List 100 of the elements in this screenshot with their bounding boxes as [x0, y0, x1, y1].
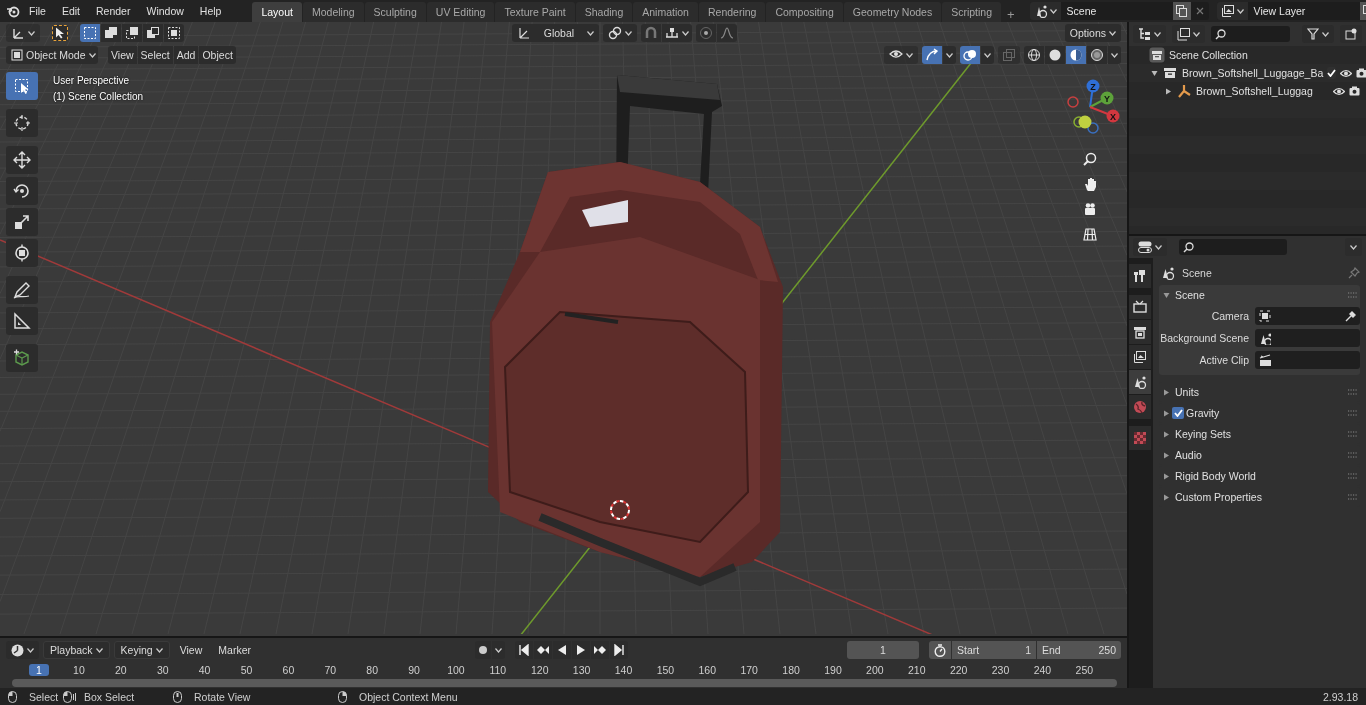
- auto-keying-button[interactable]: [475, 641, 492, 659]
- expand-triangle-icon[interactable]: [1163, 409, 1170, 417]
- menu-item[interactable]: Window: [139, 2, 191, 20]
- expand-triangle-icon[interactable]: [1165, 87, 1172, 95]
- panel-header[interactable]: Gravity: [1186, 407, 1346, 419]
- tool-button[interactable]: [6, 72, 38, 100]
- tool-button[interactable]: [6, 239, 38, 267]
- workspace-tab[interactable]: UV Editing: [426, 2, 495, 22]
- properties-tab[interactable]: [1129, 320, 1151, 344]
- drag-handle-icon[interactable]: [1348, 494, 1358, 500]
- playback-button[interactable]: [515, 641, 534, 659]
- gizmo-axis[interactable]: Y: [1089, 91, 1114, 108]
- tool-button[interactable]: [6, 344, 38, 372]
- mode-dropdown[interactable]: Object Mode: [6, 46, 98, 64]
- menu-item[interactable]: Select: [137, 46, 173, 64]
- proportional-edit-toggle[interactable]: [695, 24, 716, 42]
- current-frame-field[interactable]: 1: [847, 641, 919, 659]
- shading-mode-button[interactable]: [1024, 46, 1044, 64]
- gizmo-axis[interactable]: X: [1089, 106, 1120, 123]
- camera-field[interactable]: [1255, 307, 1360, 325]
- scrollbar[interactable]: [12, 679, 1117, 687]
- workspace-tab[interactable]: Rendering: [698, 2, 766, 22]
- visibility-dropdown[interactable]: [884, 46, 918, 64]
- selection-mode-button[interactable]: [122, 24, 142, 42]
- render-camera-icon[interactable]: [1349, 86, 1360, 96]
- tree-item-label[interactable]: Brown_Softshell_Luggag: [1196, 85, 1329, 97]
- shading-dropdown[interactable]: [1108, 46, 1121, 64]
- panel-header[interactable]: Audio: [1175, 449, 1343, 461]
- render-camera-icon[interactable]: [1356, 68, 1366, 78]
- workspace-tab[interactable]: Texture Paint: [495, 2, 575, 22]
- workspace-tab[interactable]: Shading: [575, 2, 633, 22]
- menu-item[interactable]: Edit: [54, 2, 87, 20]
- tool-button[interactable]: [6, 146, 38, 174]
- scene-field[interactable]: [1255, 329, 1360, 347]
- select-tool-button[interactable]: [52, 25, 68, 41]
- panel-header[interactable]: Rigid Body World: [1175, 470, 1343, 482]
- drag-handle-icon[interactable]: [1348, 389, 1358, 395]
- menu-item[interactable]: View: [173, 641, 209, 659]
- playback-button[interactable]: [572, 641, 591, 659]
- gizmo-axis[interactable]: Z: [1086, 79, 1100, 108]
- clip-field[interactable]: [1255, 351, 1360, 369]
- workspace-tab[interactable]: Geometry Nodes: [843, 2, 942, 22]
- menu-item[interactable]: File: [22, 2, 53, 20]
- editor-type-button[interactable]: [6, 641, 39, 659]
- playback-button[interactable]: [553, 641, 572, 659]
- properties-tab[interactable]: [1129, 370, 1151, 394]
- shading-mode-button[interactable]: [1045, 46, 1065, 64]
- workspace-tab[interactable]: Modeling: [302, 2, 364, 22]
- panel-header[interactable]: Keying Sets: [1175, 428, 1343, 440]
- add-workspace-button[interactable]: +: [1002, 7, 1020, 22]
- eye-icon[interactable]: [1340, 68, 1353, 78]
- drag-handle-icon[interactable]: [1348, 473, 1358, 479]
- workspace-tab[interactable]: Layout: [252, 2, 302, 22]
- xray-toggle[interactable]: [998, 46, 1020, 64]
- selection-mode-button[interactable]: [80, 24, 100, 42]
- panel-header[interactable]: Units: [1175, 386, 1343, 398]
- menu-item[interactable]: Render: [89, 2, 138, 20]
- eye-icon[interactable]: [1333, 86, 1345, 96]
- snap-toggle[interactable]: [640, 24, 661, 42]
- menu-dropdown[interactable]: Keying: [113, 641, 170, 659]
- selection-mode-button[interactable]: [143, 24, 163, 42]
- tool-button[interactable]: [6, 276, 38, 304]
- menu-item[interactable]: Marker: [212, 641, 257, 659]
- display-mode-dropdown[interactable]: [1133, 25, 1166, 43]
- expand-triangle-icon[interactable]: [1163, 451, 1170, 459]
- workspace-tab[interactable]: Compositing: [766, 2, 843, 22]
- falloff-dropdown[interactable]: [716, 24, 737, 42]
- pivot-dropdown[interactable]: [602, 24, 637, 42]
- collapse-triangle-icon[interactable]: [1151, 69, 1158, 77]
- workspace-tab[interactable]: Scripting: [942, 2, 1001, 22]
- properties-tab[interactable]: [1129, 264, 1151, 288]
- filter-display-dropdown[interactable]: [1172, 25, 1205, 43]
- expand-triangle-icon[interactable]: [1163, 430, 1170, 438]
- collapse-triangle-icon[interactable]: [1163, 291, 1170, 299]
- current-frame-marker[interactable]: 1: [29, 664, 49, 676]
- selection-mode-button[interactable]: [101, 24, 121, 42]
- drag-handle-icon[interactable]: [1348, 452, 1358, 458]
- tool-button[interactable]: [6, 109, 38, 137]
- panel-checkbox[interactable]: [1172, 407, 1184, 419]
- end-frame-field[interactable]: End 250: [1037, 641, 1121, 659]
- snap-target-dropdown[interactable]: [661, 24, 692, 42]
- drag-handle-icon[interactable]: [1348, 292, 1358, 298]
- search-field[interactable]: [1179, 239, 1287, 255]
- pin-icon[interactable]: [1348, 267, 1360, 279]
- gizmo-toggle[interactable]: [922, 46, 942, 64]
- options-dropdown[interactable]: [1345, 238, 1362, 256]
- blender-logo-icon[interactable]: [6, 4, 20, 18]
- expand-triangle-icon[interactable]: [1163, 472, 1170, 480]
- properties-tab[interactable]: [1129, 295, 1151, 319]
- shading-mode-button[interactable]: [1087, 46, 1107, 64]
- expand-triangle-icon[interactable]: [1163, 388, 1170, 396]
- tree-item-label[interactable]: Brown_Softshell_Luggage_Ba: [1182, 67, 1324, 79]
- playback-button[interactable]: [591, 641, 610, 659]
- tool-button[interactable]: [6, 208, 38, 236]
- duplicate-button[interactable]: [1172, 2, 1191, 20]
- drag-handle-icon[interactable]: [1348, 431, 1358, 437]
- tree-item-label[interactable]: Scene Collection: [1169, 49, 1360, 61]
- menu-item[interactable]: View: [108, 46, 137, 64]
- expand-triangle-icon[interactable]: [1163, 493, 1170, 501]
- menu-item[interactable]: Help: [192, 2, 229, 20]
